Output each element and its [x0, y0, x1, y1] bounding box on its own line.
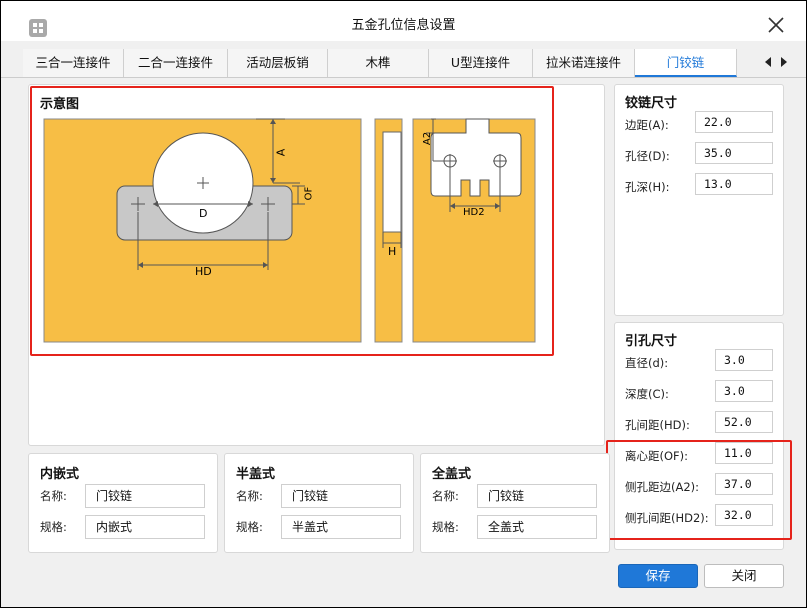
hole-spacing-field[interactable]: 52.0	[715, 411, 773, 433]
side-hole-edge-field[interactable]: 37.0	[715, 473, 773, 495]
inset-spec-field[interactable]: 内嵌式	[85, 515, 205, 539]
half-overlay-title: 半盖式	[236, 467, 276, 482]
dim-label-h: H	[388, 245, 397, 258]
half-overlay-name-label: 名称:	[236, 489, 263, 503]
hole-diameter-d-field[interactable]: 35.0	[695, 142, 773, 164]
half-overlay-spec-label: 规格:	[236, 520, 263, 534]
full-overlay-name-field[interactable]: 门铰链	[477, 484, 597, 508]
margin-a-label: 边距(A):	[625, 118, 669, 132]
side-hole-spacing-field[interactable]: 32.0	[715, 504, 773, 526]
hole-spacing-label: 孔间距(HD):	[625, 418, 690, 432]
offset-of-label: 离心距(OF):	[625, 449, 689, 463]
diameter-label: 直径(d):	[625, 356, 669, 370]
diameter-field[interactable]: 3.0	[715, 349, 773, 371]
offset-of-field[interactable]: 11.0	[715, 442, 773, 464]
inset-name-field[interactable]: 门铰链	[85, 484, 205, 508]
depth-field[interactable]: 3.0	[715, 380, 773, 402]
dim-label-a: A	[274, 148, 288, 157]
full-overlay-title: 全盖式	[432, 467, 472, 482]
close-button[interactable]: 关闭	[704, 564, 784, 588]
margin-a-field[interactable]: 22.0	[695, 111, 773, 133]
side-hole-spacing-label: 侧孔间距(HD2):	[625, 511, 709, 525]
dim-label-a2: A2	[422, 131, 434, 146]
dim-label-of: OF	[303, 186, 315, 201]
save-button[interactable]: 保存	[618, 564, 698, 588]
depth-label: 深度(C):	[625, 387, 669, 401]
inset-name-label: 名称:	[40, 489, 67, 503]
dim-label-hd2: HD2	[463, 207, 485, 218]
full-overlay-spec-field[interactable]: 全盖式	[477, 515, 597, 539]
dim-label-d: D	[199, 207, 208, 220]
half-overlay-name-field[interactable]: 门铰链	[281, 484, 401, 508]
inset-spec-label: 规格:	[40, 520, 67, 534]
hole-diameter-d-label: 孔径(D):	[625, 149, 670, 163]
full-overlay-name-label: 名称:	[432, 489, 459, 503]
hinge-size-title: 铰链尺寸	[625, 96, 678, 111]
pilot-hole-title: 引孔尺寸	[625, 334, 678, 349]
full-overlay-spec-label: 规格:	[432, 520, 459, 534]
half-overlay-spec-field[interactable]: 半盖式	[281, 515, 401, 539]
dim-label-hd: HD	[195, 265, 212, 278]
hole-depth-h-label: 孔深(H):	[625, 180, 670, 194]
side-hole-edge-label: 侧孔距边(A2):	[625, 480, 700, 494]
inset-type-title: 内嵌式	[40, 467, 80, 482]
hole-depth-h-field[interactable]: 13.0	[695, 173, 773, 195]
